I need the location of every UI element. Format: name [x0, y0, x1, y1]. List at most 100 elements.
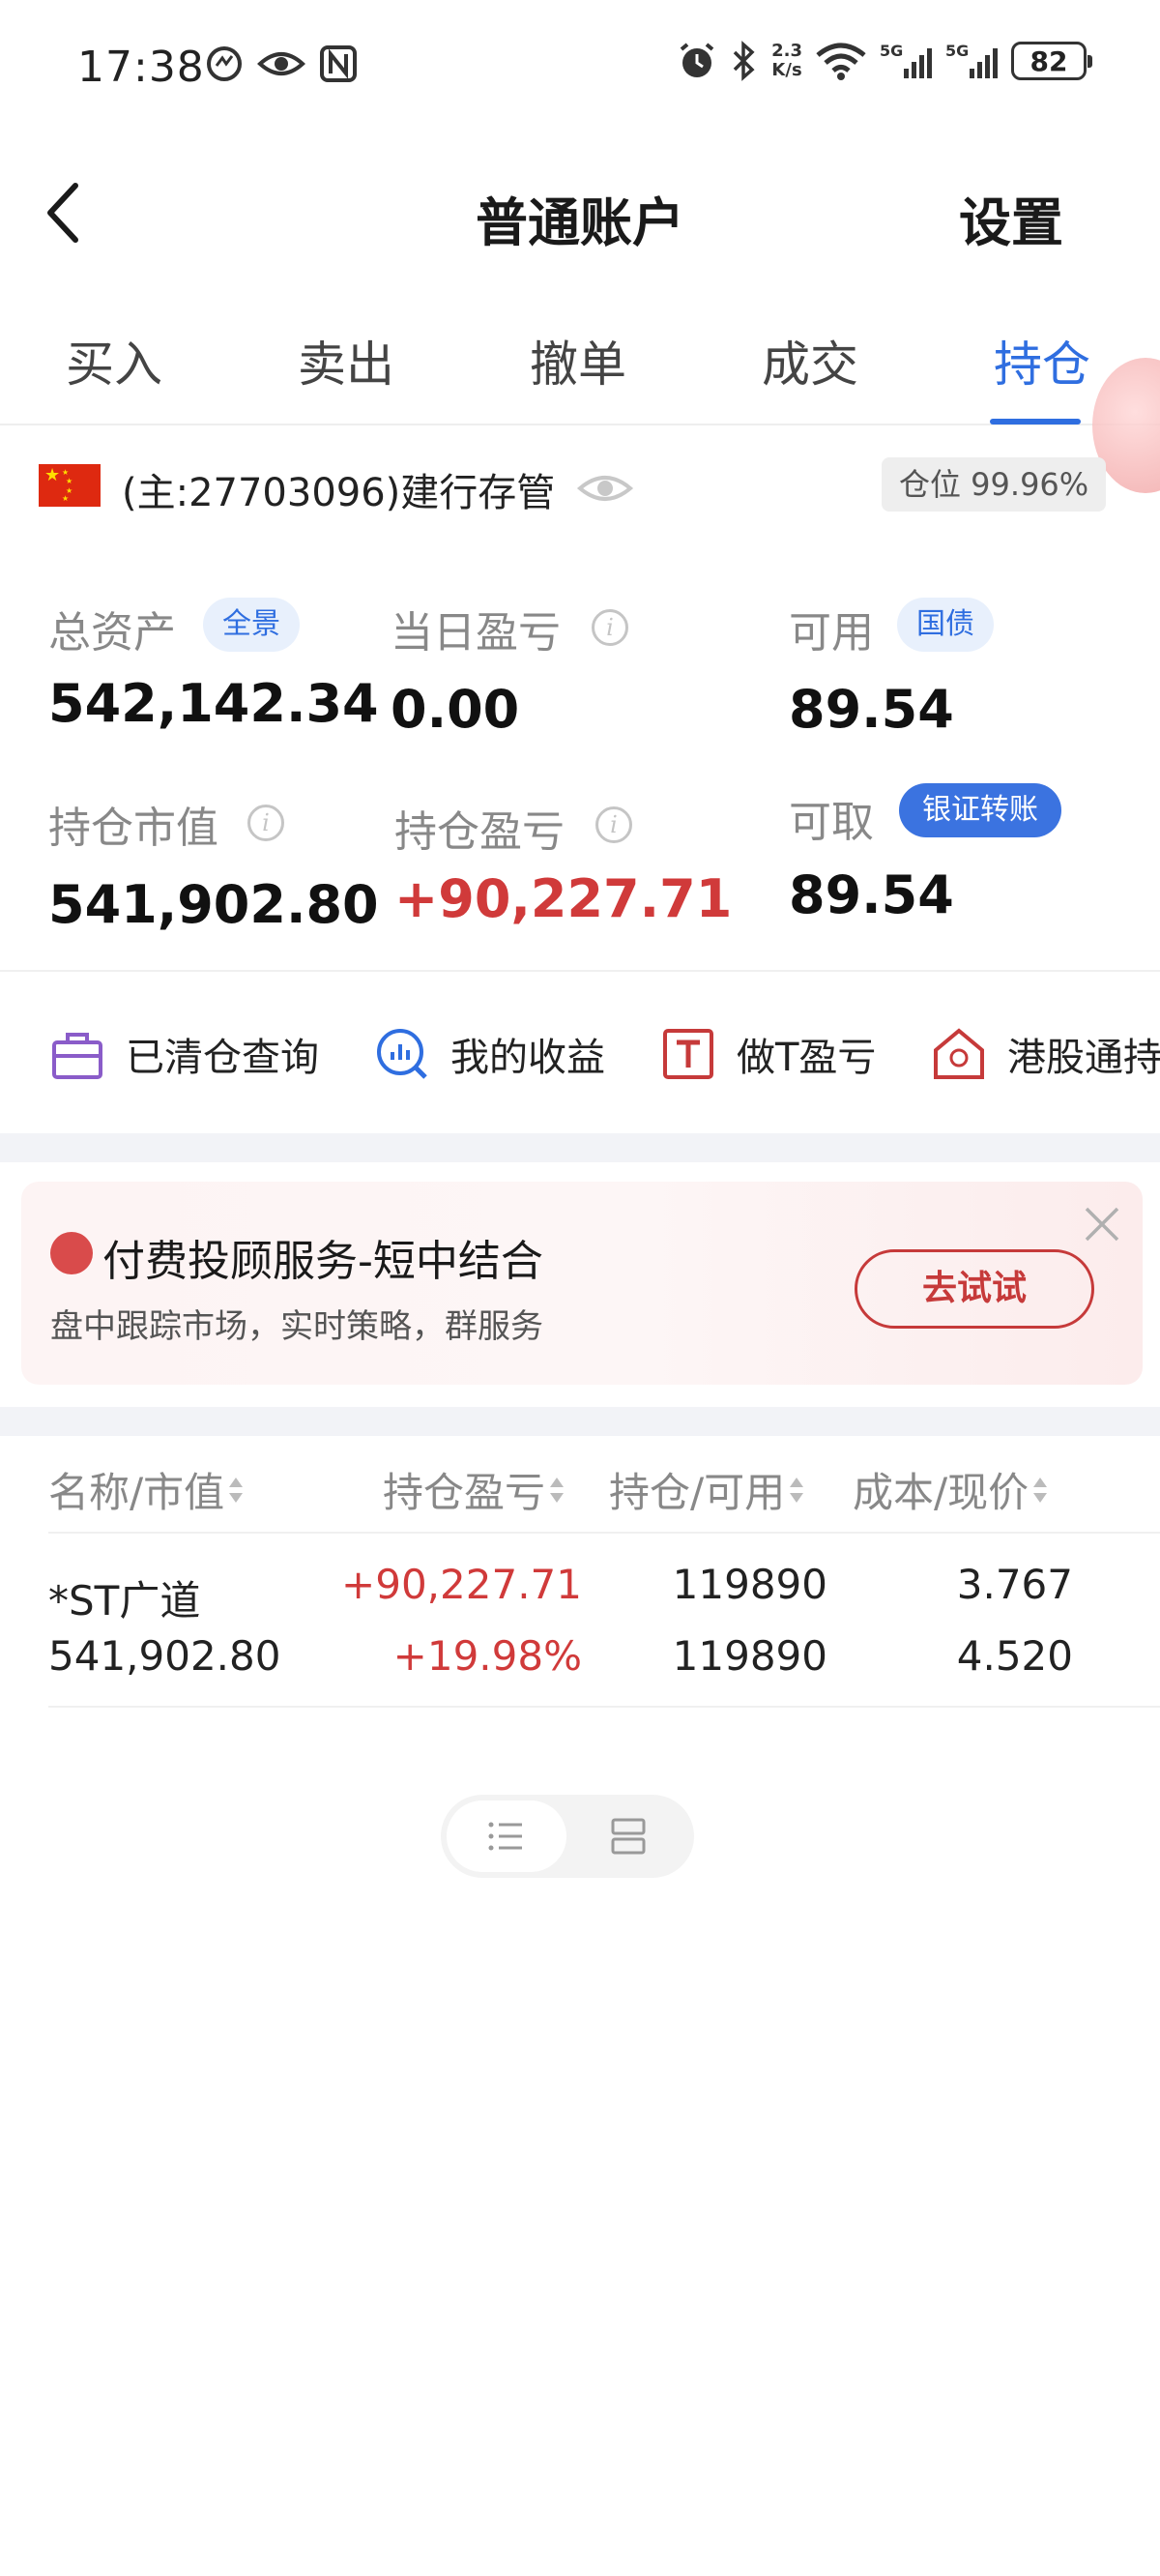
sim1-label: 5G	[880, 42, 904, 60]
quick-action-label: 已清仓查询	[126, 1036, 319, 1080]
daily-pnl-label: 当日盈亏	[391, 608, 561, 658]
tab-cancel-order[interactable]: 撤单	[530, 326, 626, 395]
eye-status-icon	[257, 52, 305, 75]
active-tab-indicator	[990, 419, 1081, 424]
position-pnl-value: +90,227.71	[394, 868, 733, 929]
tab-sell[interactable]: 卖出	[298, 326, 394, 395]
status-bar: 17:38 2.3 K/s 5G 5G 82	[0, 0, 1160, 145]
position-pnl-label: 持仓盈亏	[394, 807, 565, 857]
t-box-icon	[663, 1029, 713, 1079]
chevron-left-icon	[47, 183, 78, 243]
card-view-icon	[611, 1818, 646, 1855]
position-ratio-badge: 仓位 99.96%	[882, 457, 1107, 512]
stock-price: 4.520	[956, 1632, 1073, 1680]
sort-icon	[228, 1477, 244, 1503]
net-speed: 2.3 K/s	[771, 42, 802, 80]
eye-toggle-icon[interactable]	[576, 469, 634, 508]
column-header-label: 成本/现价	[853, 1469, 1030, 1516]
available-label: 可用	[789, 608, 874, 658]
account-row: ★ ★ ★ ★ ★ (主:27703096)建行存管 仓位 99.96%	[0, 440, 1160, 537]
tab-holdings[interactable]: 持仓	[994, 326, 1090, 395]
list-view-button[interactable]	[447, 1800, 566, 1872]
status-left-icons	[205, 44, 358, 83]
speed-circle-icon	[207, 46, 242, 81]
stock-name: *ST广道	[48, 1577, 201, 1625]
divider	[48, 1532, 1160, 1534]
daily-pnl-info-icon[interactable]: i	[592, 609, 628, 646]
chart-search-icon	[377, 1029, 427, 1079]
quick-action-label: 我的收益	[450, 1036, 605, 1080]
trade-tabs: 买入 卖出 撤单 成交 持仓	[0, 276, 1160, 425]
market-value-value: 541,902.80	[48, 874, 379, 935]
nfc-icon	[320, 45, 357, 82]
advisory-ad-card[interactable]: 付费投顾服务-短中结合 盘中跟踪市场，实时策略，群服务 去试试	[21, 1182, 1143, 1385]
daily-pnl-value: 0.00	[391, 679, 520, 740]
sim2-signal: 5G	[945, 42, 998, 80]
market-value-label: 持仓市值	[48, 804, 218, 853]
section-divider	[0, 1407, 1160, 1436]
sort-icon	[549, 1477, 565, 1503]
divider	[0, 970, 1160, 972]
withdrawable-label: 可取	[789, 798, 874, 847]
quick-action-label: 做T盈亏	[737, 1036, 877, 1080]
tab-deals[interactable]: 成交	[762, 326, 858, 395]
stock-cost: 3.767	[956, 1561, 1073, 1608]
sort-icon	[1032, 1477, 1048, 1503]
cleared-positions-query[interactable]: 已清仓查询	[48, 1025, 319, 1083]
market-value-info-icon[interactable]: i	[247, 805, 284, 841]
ad-subtitle: 盘中跟踪市场，实时策略，群服务	[50, 1307, 543, 1346]
treasury-bond-tag[interactable]: 国债	[897, 598, 994, 652]
alarm-icon	[680, 43, 714, 77]
table-row[interactable]: *ST广道 541,902.80 +90,227.71 +19.98% 1198…	[0, 1537, 1160, 1707]
account-name[interactable]: (主:27703096)建行存管	[122, 461, 555, 517]
wifi-icon	[816, 43, 866, 80]
total-assets-value: 542,142.34	[48, 673, 379, 734]
ad-title: 付费投顾服务-短中结合	[102, 1237, 543, 1286]
column-header-label: 名称/市值	[48, 1469, 225, 1516]
settings-button[interactable]: 设置	[959, 180, 1063, 256]
status-time: 17:38	[77, 43, 205, 92]
hk-connect-holdings[interactable]: 港股通持	[930, 1025, 1160, 1083]
close-icon[interactable]	[1081, 1203, 1123, 1245]
bluetooth-icon	[733, 41, 755, 81]
day-trade-pnl[interactable]: 做T盈亏	[659, 1025, 876, 1083]
hk-house-icon	[934, 1028, 984, 1079]
col-cost-price[interactable]: 成本/现价	[853, 1460, 1048, 1519]
column-header-label: 持仓/可用	[609, 1469, 786, 1516]
position-pnl-info-icon[interactable]: i	[595, 806, 632, 843]
stock-pnl: +90,227.71	[341, 1561, 582, 1608]
list-icon	[488, 1822, 522, 1851]
bank-transfer-button[interactable]: 银证转账	[899, 783, 1061, 837]
available-value: 89.54	[789, 679, 954, 740]
card-view-button[interactable]	[568, 1800, 688, 1872]
sim2-label: 5G	[945, 42, 970, 60]
sort-icon	[789, 1477, 804, 1503]
column-header-label: 持仓盈亏	[383, 1469, 546, 1516]
china-flag-icon: ★ ★ ★ ★ ★	[39, 464, 101, 507]
try-it-button[interactable]: 去试试	[855, 1249, 1094, 1329]
back-button[interactable]	[37, 174, 95, 251]
stock-market-value: 541,902.80	[48, 1632, 281, 1680]
stock-position: 119890	[672, 1561, 827, 1608]
panorama-tag[interactable]: 全景	[203, 598, 300, 652]
sim1-signal: 5G	[880, 42, 932, 80]
nav-header: 普通账户 设置	[0, 145, 1160, 276]
stock-available: 119890	[672, 1632, 827, 1680]
tab-buy[interactable]: 买入	[66, 326, 162, 395]
briefcase-icon	[52, 1033, 102, 1079]
col-position-pnl[interactable]: 持仓盈亏	[383, 1460, 565, 1519]
col-position-available[interactable]: 持仓/可用	[609, 1460, 804, 1519]
quick-actions: 已清仓查询 我的收益 做T盈亏 港股通持	[0, 975, 1160, 1129]
quick-action-label: 港股通持	[1007, 1036, 1160, 1080]
col-name-value[interactable]: 名称/市值	[48, 1460, 244, 1519]
my-earnings[interactable]: 我的收益	[373, 1025, 605, 1083]
withdrawable-value: 89.54	[789, 864, 954, 925]
section-divider	[0, 1133, 1160, 1162]
divider	[48, 1706, 1160, 1708]
status-right-icons: 2.3 K/s 5G 5G 82	[677, 41, 1092, 81]
stock-pnl-percent: +19.98%	[392, 1632, 582, 1680]
total-assets-label: 总资产	[48, 608, 176, 658]
award-icon	[50, 1232, 93, 1274]
battery-indicator: 82	[1011, 42, 1092, 80]
net-speed-unit: K/s	[771, 60, 802, 80]
